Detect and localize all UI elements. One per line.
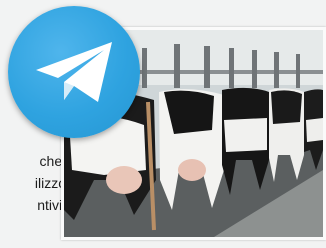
article-text-line-2: ilizzo (34, 175, 66, 191)
article-text-fragment: che, ilizzo ntivi. (0, 150, 66, 216)
article-text-line-1: che, (39, 153, 66, 169)
paper-plane-icon (36, 42, 112, 102)
article-text-line-3: ntivi. (37, 197, 66, 213)
telegram-icon (8, 6, 140, 138)
milking-rail (124, 70, 323, 74)
